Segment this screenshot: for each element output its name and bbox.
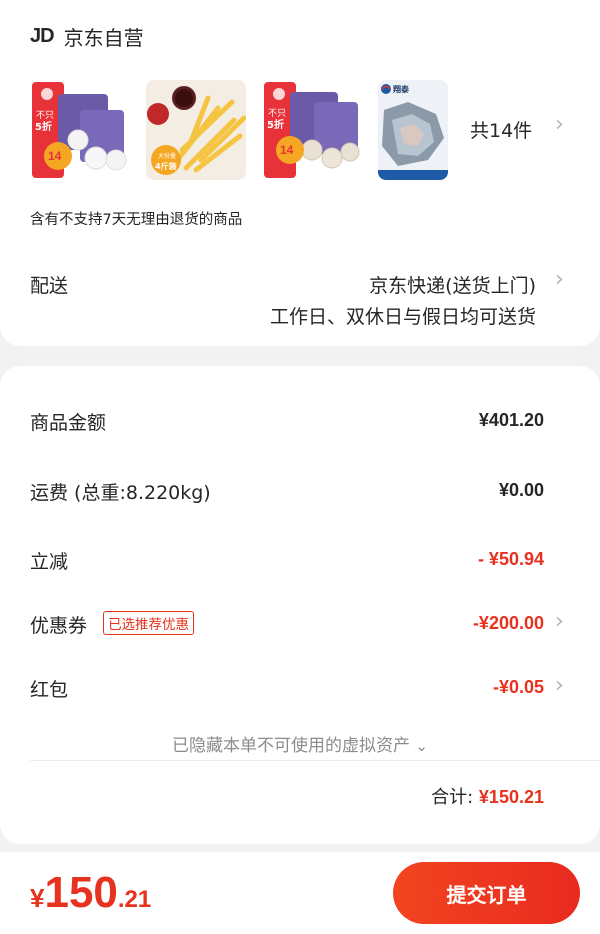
product-thumb-seafood[interactable]: 翔泰 bbox=[378, 80, 448, 180]
total-label: 合计: bbox=[431, 787, 474, 808]
shipping-value: ¥0.00 bbox=[498, 480, 544, 500]
chevron-right-icon[interactable]: › bbox=[555, 675, 564, 697]
jd-logo-icon: JD bbox=[30, 25, 55, 47]
goods-amount-label: 商品金额 bbox=[30, 412, 107, 434]
goods-amount-value: ¥401.20 bbox=[478, 410, 544, 430]
item-count[interactable]: 共14件 bbox=[470, 116, 532, 143]
chevron-right-icon[interactable]: › bbox=[555, 611, 564, 633]
svg-text:大份量: 大份量 bbox=[158, 152, 176, 160]
chevron-right-icon[interactable]: › bbox=[555, 114, 564, 136]
hidden-assets-toggle[interactable]: 已隐藏本单不可使用的虚拟资产 ⌄ bbox=[0, 731, 600, 756]
svg-text:不只: 不只 bbox=[36, 110, 54, 121]
submit-order-button[interactable]: 提交订单 bbox=[393, 862, 580, 924]
product-thumb-fries[interactable]: 大份量 4斤装 bbox=[146, 80, 246, 180]
product-thumb-meatballs[interactable]: 不只 5折 14 bbox=[262, 80, 362, 180]
final-price: ¥150.21 bbox=[30, 868, 151, 918]
red-packet-value[interactable]: -¥0.05 bbox=[493, 677, 544, 698]
currency-symbol: ¥ bbox=[30, 883, 45, 913]
chevron-right-icon[interactable]: › bbox=[555, 269, 564, 291]
chevron-down-icon: ⌄ bbox=[415, 737, 428, 755]
product-thumbnails[interactable]: 不只 5折 14 大份量 4斤装 不只 5折 14 翔泰 bbox=[30, 80, 448, 180]
divider bbox=[30, 760, 600, 761]
delivery-time[interactable]: 工作日、双休日与假日均可送货 bbox=[270, 302, 536, 329]
price-summary-card bbox=[0, 366, 600, 844]
svg-text:5折: 5折 bbox=[267, 118, 284, 131]
svg-text:不只: 不只 bbox=[268, 108, 286, 119]
price-decimal: .21 bbox=[117, 886, 152, 913]
shipping-label: 运费 (总重:8.220kg) bbox=[30, 482, 211, 504]
product-thumb-fish-balls[interactable]: 不只 5折 14 bbox=[30, 80, 130, 180]
total-value: ¥150.21 bbox=[478, 787, 544, 807]
instant-discount-value: - ¥50.94 bbox=[477, 549, 544, 569]
coupon-label: 优惠券 bbox=[30, 615, 88, 637]
hidden-assets-text: 已隐藏本单不可使用的虚拟资产 bbox=[172, 736, 410, 756]
delivery-label: 配送 bbox=[30, 275, 69, 297]
delivery-method[interactable]: 京东快递(送货上门) bbox=[369, 271, 536, 298]
price-integer: 150 bbox=[44, 868, 118, 917]
coupon-value[interactable]: -¥200.00 bbox=[473, 613, 544, 634]
coupon-badge: 已选推荐优惠 bbox=[103, 611, 195, 635]
svg-text:翔泰: 翔泰 bbox=[392, 84, 410, 94]
shop-name: 京东自营 bbox=[63, 26, 144, 50]
red-packet-label: 红包 bbox=[30, 679, 69, 701]
instant-discount-label: 立减 bbox=[30, 551, 69, 573]
svg-text:14: 14 bbox=[48, 149, 62, 163]
shop-header: JD 京东自营 bbox=[30, 22, 144, 51]
svg-text:14: 14 bbox=[280, 143, 294, 157]
return-policy-notice: 含有不支持7天无理由退货的商品 bbox=[30, 212, 243, 228]
coupon-row[interactable]: 优惠券 已选推荐优惠 bbox=[30, 611, 195, 638]
total-line: 合计: ¥150.21 bbox=[431, 783, 544, 809]
svg-text:5折: 5折 bbox=[35, 120, 52, 133]
svg-text:4斤装: 4斤装 bbox=[155, 161, 177, 171]
